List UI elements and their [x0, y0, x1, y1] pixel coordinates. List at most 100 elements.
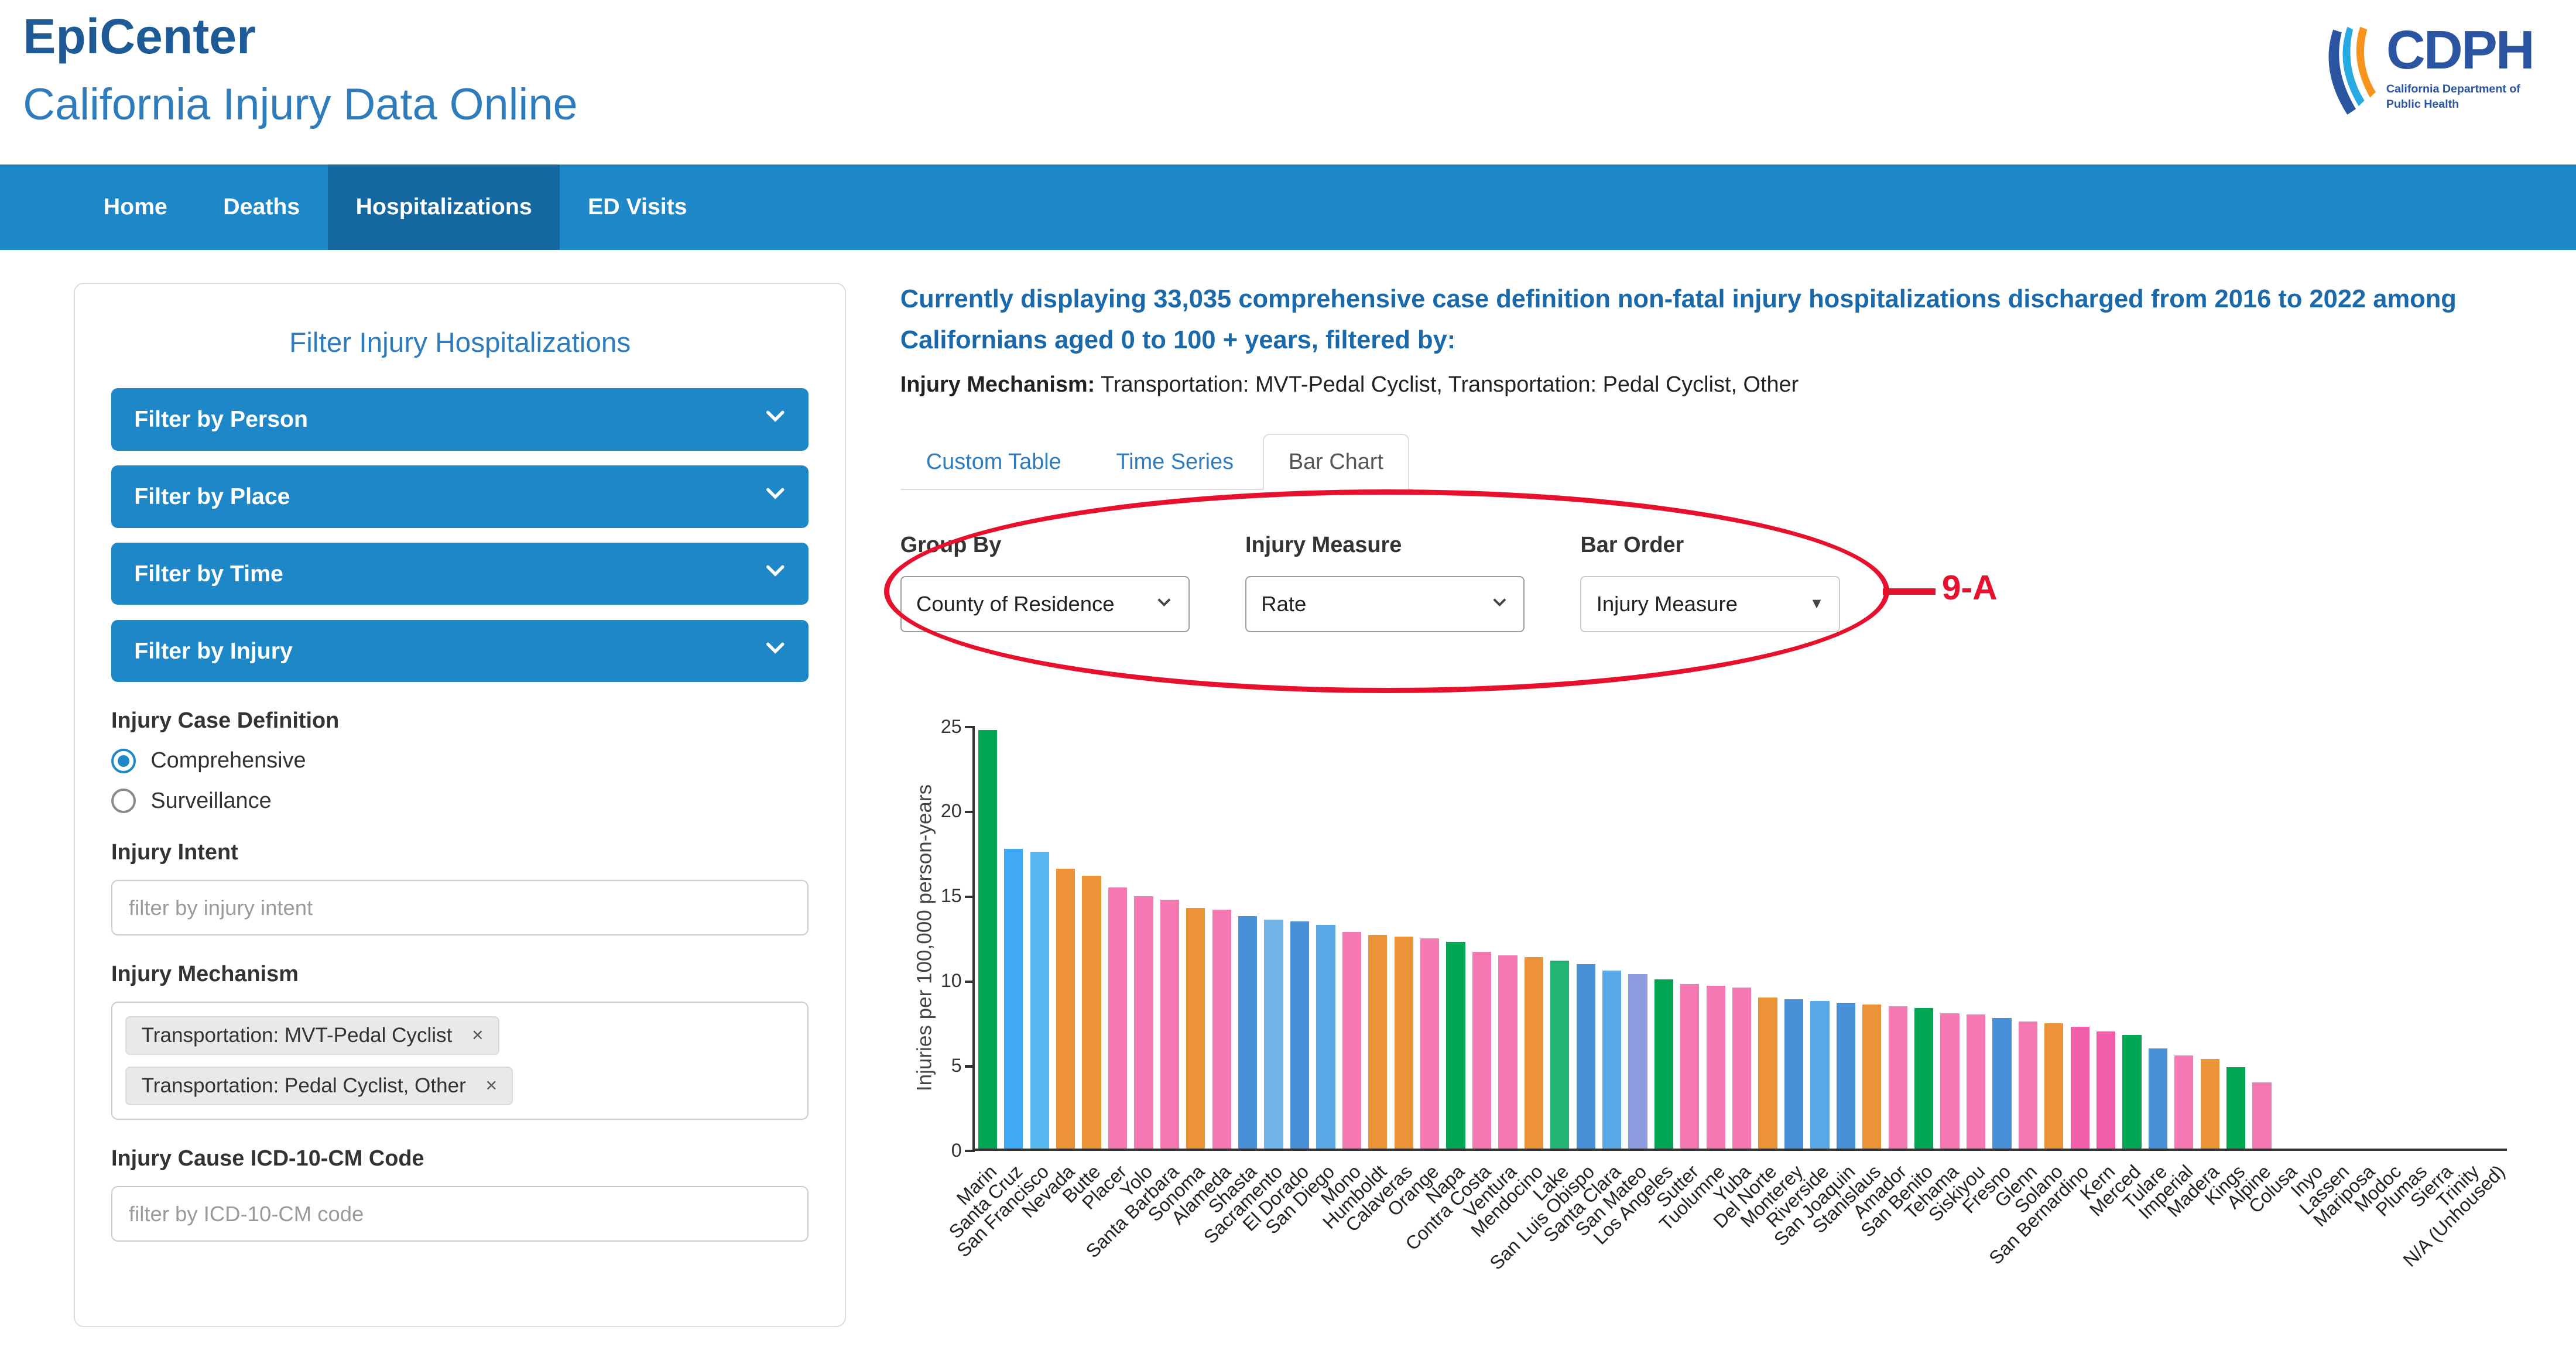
tab-custom-table[interactable]: Custom Table [900, 434, 1087, 491]
radio-button-comprehensive[interactable] [111, 749, 136, 773]
bar-el-dorado[interactable] [1290, 921, 1309, 1149]
bar-placer[interactable] [1108, 887, 1127, 1149]
bar-san-benito[interactable] [1914, 1008, 1933, 1149]
accordion-filter-by-time[interactable]: Filter by Time [111, 543, 809, 605]
bar-yolo[interactable] [1134, 896, 1153, 1149]
bar-monterey[interactable] [1784, 999, 1803, 1149]
nav-item-ed-visits[interactable]: ED Visits [560, 164, 715, 250]
y-tick-mark [965, 811, 975, 813]
mechanism-tag-label: Transportation: Pedal Cyclist, Other [142, 1074, 466, 1098]
app-title: EpiCenter [23, 8, 256, 65]
bar-san-diego[interactable] [1316, 925, 1335, 1149]
bar-siskiyou[interactable] [1967, 1014, 1985, 1149]
bar-humboldt[interactable] [1368, 935, 1387, 1149]
bar-mono[interactable] [1342, 932, 1361, 1149]
bar-napa[interactable] [1446, 942, 1465, 1149]
bar-yuba[interactable] [1732, 988, 1751, 1149]
bar-madera[interactable] [2201, 1059, 2219, 1149]
bar-san-joaquin[interactable] [1837, 1003, 1855, 1149]
bar-solano[interactable] [2044, 1023, 2063, 1149]
tab-bar-chart[interactable]: Bar Chart [1263, 434, 1409, 491]
y-tick-mark [965, 1065, 975, 1067]
case-definition-option-surveillance[interactable]: Surveillance [111, 789, 809, 814]
bar-fresno[interactable] [1992, 1018, 2011, 1149]
group-by-select[interactable]: County of Residence [900, 576, 1190, 632]
close-icon[interactable]: × [472, 1026, 484, 1046]
y-tick-label: 5 [916, 1055, 962, 1077]
bar-tulare[interactable] [2149, 1048, 2167, 1149]
bar-marin[interactable] [978, 730, 997, 1149]
bar-riverside[interactable] [1810, 1001, 1829, 1149]
bar-alpine[interactable] [2252, 1082, 2271, 1149]
accordion-filter-by-person[interactable]: Filter by Person [111, 388, 809, 451]
bar-calaveras[interactable] [1395, 937, 1413, 1149]
bar-san-luis-obispo[interactable] [1577, 964, 1595, 1149]
control-label-group-by: Group By [900, 533, 1190, 558]
cdph-logo: CDPH California Department of Public Hea… [2319, 23, 2533, 128]
bar-sonoma[interactable] [1186, 908, 1205, 1149]
bar-kings[interactable] [2226, 1067, 2245, 1149]
bar-alameda[interactable] [1212, 910, 1231, 1149]
bar-imperial[interactable] [2174, 1055, 2193, 1149]
icd-code-input[interactable] [111, 1186, 809, 1242]
bar-glenn[interactable] [2019, 1022, 2037, 1149]
injury-intent-input[interactable] [111, 880, 809, 935]
chevron-down-icon [1491, 592, 1509, 616]
bar-amador[interactable] [1889, 1006, 1907, 1149]
mechanism-tag[interactable]: Transportation: Pedal Cyclist, Other × [125, 1067, 513, 1105]
main-nav: HomeDeathsHospitalizationsED Visits [0, 164, 2576, 250]
bar-contra-costa[interactable] [1472, 952, 1491, 1149]
bar-ventura[interactable] [1498, 955, 1517, 1149]
bar-sutter[interactable] [1680, 984, 1699, 1149]
caret-down-icon: ▼ [1810, 595, 1824, 612]
bar-kern[interactable] [2097, 1031, 2115, 1149]
y-tick-label: 25 [916, 716, 962, 738]
case-definition-option-comprehensive[interactable]: Comprehensive [111, 748, 809, 773]
bar-santa-clara[interactable] [1602, 971, 1621, 1149]
bar-stanislaus[interactable] [1862, 1005, 1881, 1149]
radio-button-surveillance[interactable] [111, 789, 136, 813]
accordion-filter-by-place[interactable]: Filter by Place [111, 465, 809, 528]
chevron-down-icon [765, 483, 786, 510]
cdph-acronym: CDPH [2386, 23, 2533, 77]
cdph-logo-icon [2319, 23, 2382, 128]
accordion-filter-by-injury[interactable]: Filter by Injury [111, 620, 809, 683]
bar-merced[interactable] [2122, 1035, 2141, 1149]
control-bar-order: Bar OrderInjury Measure▼ [1580, 533, 1839, 632]
y-tick-label: 20 [916, 800, 962, 822]
y-tick-mark [965, 981, 975, 983]
bar-santa-barbara[interactable] [1160, 900, 1179, 1149]
bar-sacramento[interactable] [1264, 920, 1283, 1149]
y-tick-mark [965, 726, 975, 728]
mechanism-tag[interactable]: Transportation: MVT-Pedal Cyclist × [125, 1016, 499, 1055]
nav-item-home[interactable]: Home [76, 164, 196, 250]
tab-time-series[interactable]: Time Series [1090, 434, 1259, 491]
bar-order-select[interactable]: Injury Measure▼ [1580, 576, 1839, 632]
bar-san-francisco[interactable] [1030, 852, 1049, 1149]
y-tick-mark [965, 1150, 975, 1152]
bar-san-mateo[interactable] [1628, 974, 1647, 1149]
injury-measure-select[interactable]: Rate [1245, 576, 1525, 632]
bar-santa-cruz[interactable] [1004, 849, 1023, 1149]
bar-mendocino[interactable] [1525, 957, 1543, 1149]
bar-nevada[interactable] [1056, 869, 1075, 1149]
bar-san-bernardino[interactable] [2071, 1027, 2089, 1149]
bar-los-angeles[interactable] [1654, 979, 1673, 1149]
bar-butte[interactable] [1082, 876, 1101, 1149]
nav-item-hospitalizations[interactable]: Hospitalizations [328, 164, 560, 250]
bar-orange[interactable] [1420, 938, 1439, 1149]
case-definition-label: Injury Case Definition [111, 708, 809, 734]
bar-del-norte[interactable] [1758, 998, 1777, 1149]
nav-item-deaths[interactable]: Deaths [196, 164, 328, 250]
select-value: County of Residence [916, 592, 1115, 616]
close-icon[interactable]: × [485, 1076, 497, 1096]
bar-lake[interactable] [1550, 961, 1569, 1149]
mechanism-tagbox[interactable]: Transportation: MVT-Pedal Cyclist×Transp… [111, 1002, 809, 1119]
select-value: Rate [1261, 592, 1306, 616]
case-definition-options: Comprehensive Surveillance [111, 748, 809, 813]
active-filter-label: Injury Mechanism: [900, 372, 1095, 397]
bar-shasta[interactable] [1238, 916, 1257, 1149]
bar-tuolumne[interactable] [1707, 986, 1725, 1149]
mechanism-tag-label: Transportation: MVT-Pedal Cyclist [142, 1024, 453, 1047]
bar-tehama[interactable] [1940, 1013, 1959, 1149]
